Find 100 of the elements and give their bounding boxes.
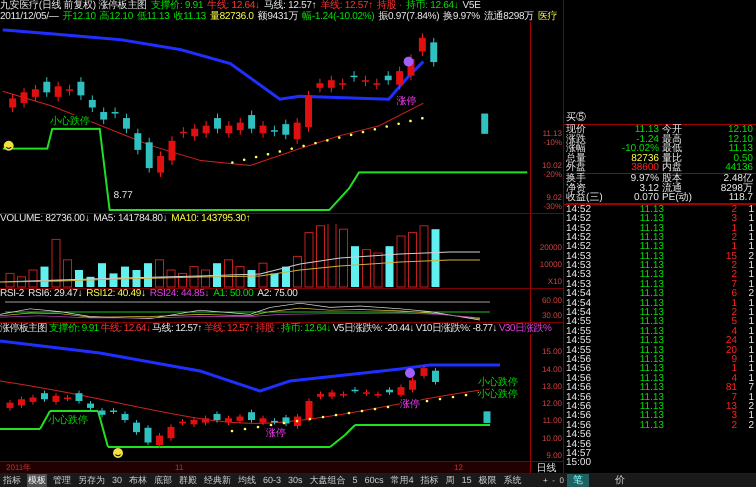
- toolbar-tab[interactable]: 底部: [153, 474, 174, 487]
- candlestick: [112, 107, 119, 119]
- quote-field-value: 9.97%: [630, 174, 660, 184]
- candlestick: [43, 76, 50, 98]
- smiley-icon: [113, 448, 123, 458]
- indicator-label: 支撑价: 9.91: [150, 1, 204, 11]
- candlestick: [20, 87, 28, 108]
- tick-count: 1: [747, 224, 755, 233]
- tick-time: 14:52: [566, 242, 592, 252]
- indicator-label: 牛线: 12.64↓: [207, 1, 260, 11]
- tick-time: 14:56: [566, 440, 592, 449]
- tick-count: 2: [747, 252, 755, 262]
- price-axis-label: 11.00: [542, 416, 562, 426]
- candlestick: [362, 75, 369, 87]
- period-label: 日线: [536, 462, 556, 474]
- candlestick: [271, 418, 278, 425]
- volume-indicator-label: MA5: 141784.80↓: [93, 214, 168, 224]
- tick-time: 14:56: [566, 430, 592, 440]
- toolbar-tab[interactable]: 15: [460, 474, 473, 487]
- zoom-button[interactable]: 0: [558, 474, 565, 487]
- candlestick: [305, 90, 312, 132]
- quote-field-value: 38600: [604, 163, 662, 174]
- toolbar-tab[interactable]: 管理: [52, 474, 72, 487]
- tick-volume: 6: [730, 289, 737, 299]
- tick-count: 1: [747, 336, 755, 346]
- candlestick: [168, 136, 176, 166]
- tick-count: 1: [747, 214, 755, 224]
- quote-field-label: 最高: [662, 134, 683, 144]
- candlestick: [236, 413, 244, 424]
- quote-field-value: 3.12: [640, 184, 660, 194]
- quote-field-label: 最低: [662, 144, 683, 154]
- toolbar-tab[interactable]: 周: [444, 474, 456, 487]
- quote-field-label: PE(动): [662, 193, 704, 204]
- date-axis-label: 12: [454, 462, 463, 473]
- quote-field-value: 2.48亿: [724, 174, 754, 184]
- tick-count: 1: [747, 270, 755, 280]
- quote-field-value: 11.13: [634, 125, 660, 135]
- toolbar-tab[interactable]: 常用4: [390, 474, 415, 487]
- tick-time: 14:52: [566, 224, 592, 233]
- toolbar-tab[interactable]: 经典新: [203, 474, 232, 487]
- quote-field-value: 8298万: [720, 184, 754, 194]
- candlestick: [6, 400, 14, 411]
- volume-indicator-label: MA10: 143795.30↑: [171, 214, 250, 224]
- tick-count: 1: [747, 392, 755, 402]
- candlestick: [396, 66, 404, 90]
- quote-field-label: 今开: [662, 125, 683, 135]
- tick-price: 11.13: [638, 289, 664, 299]
- candlestick: [328, 75, 335, 93]
- zoom-button[interactable]: +: [542, 474, 549, 487]
- toolbar-tab[interactable]: 群殿: [178, 474, 198, 487]
- candlestick: [225, 120, 232, 138]
- tick-time: 14:56: [566, 392, 592, 402]
- quote-field-value: 12.10: [726, 125, 754, 135]
- tick-count: 1: [747, 232, 755, 242]
- tick-volume: 3: [730, 411, 737, 421]
- tick-volume: 2: [730, 261, 737, 270]
- quote-field-value: 82736: [630, 154, 660, 164]
- candlestick: [398, 384, 404, 398]
- quote-field-label: 总量: [566, 154, 587, 164]
- toolbar-tab[interactable]: 均线: [237, 474, 258, 487]
- toolbar-tab[interactable]: 指标: [420, 474, 440, 487]
- candlestick: [202, 120, 210, 138]
- chart-annotation: 涨停: [396, 96, 417, 108]
- candlestick: [9, 93, 16, 113]
- tick-count: 2: [747, 289, 755, 299]
- toolbar-tab[interactable]: 5: [352, 474, 359, 487]
- tick-count: 1: [747, 261, 755, 270]
- tick-count: 2: [747, 402, 755, 412]
- rsi-axis-label: 30.00: [542, 311, 562, 320]
- quote-field-label: 股本: [662, 174, 683, 184]
- candlestick: [191, 124, 198, 142]
- zoom-button[interactable]: -: [551, 474, 556, 487]
- toolbar-tab[interactable]: 60-3: [262, 474, 282, 487]
- rsi-indicator-label: RSI6: 29.47↓: [28, 289, 82, 299]
- candlestick: [260, 415, 266, 426]
- toolbar-tab[interactable]: 大盘组合: [308, 474, 347, 487]
- toolbar-tab[interactable]: 30: [111, 474, 124, 487]
- chart-annotation: 小心跌停: [50, 116, 90, 127]
- toolbar-tab[interactable]: 极限: [478, 474, 498, 487]
- candlestick: [306, 398, 312, 422]
- toolbar-tab[interactable]: 布林: [128, 474, 148, 487]
- tick-volume: 81: [724, 383, 737, 393]
- toolbar-tab[interactable]: 模板: [27, 474, 47, 487]
- tick-price: 11.13: [638, 204, 664, 214]
- tick-price: 11.13: [638, 224, 664, 233]
- candlestick: [30, 394, 36, 405]
- toolbar-tab[interactable]: 60cs: [364, 474, 385, 487]
- detail-tab[interactable]: 价: [609, 474, 631, 487]
- toolbar-tab[interactable]: 系统: [502, 474, 523, 487]
- quote-field-label: 涨幅: [566, 144, 587, 154]
- toolbar-tab[interactable]: 30s: [287, 474, 304, 487]
- tick-volume: 2: [730, 204, 737, 214]
- detail-tab[interactable]: 笔: [567, 474, 589, 487]
- volume-axis-label: X10: [548, 277, 562, 286]
- tick-count: 1: [747, 298, 755, 308]
- indicator-label: 持股 ·: [255, 323, 280, 334]
- tick-price: 11.13: [638, 374, 664, 384]
- rsi-indicator-label: A2: 75.00: [257, 289, 298, 299]
- toolbar-tab[interactable]: 另存为: [77, 474, 106, 487]
- toolbar-tab[interactable]: 指标: [2, 474, 22, 487]
